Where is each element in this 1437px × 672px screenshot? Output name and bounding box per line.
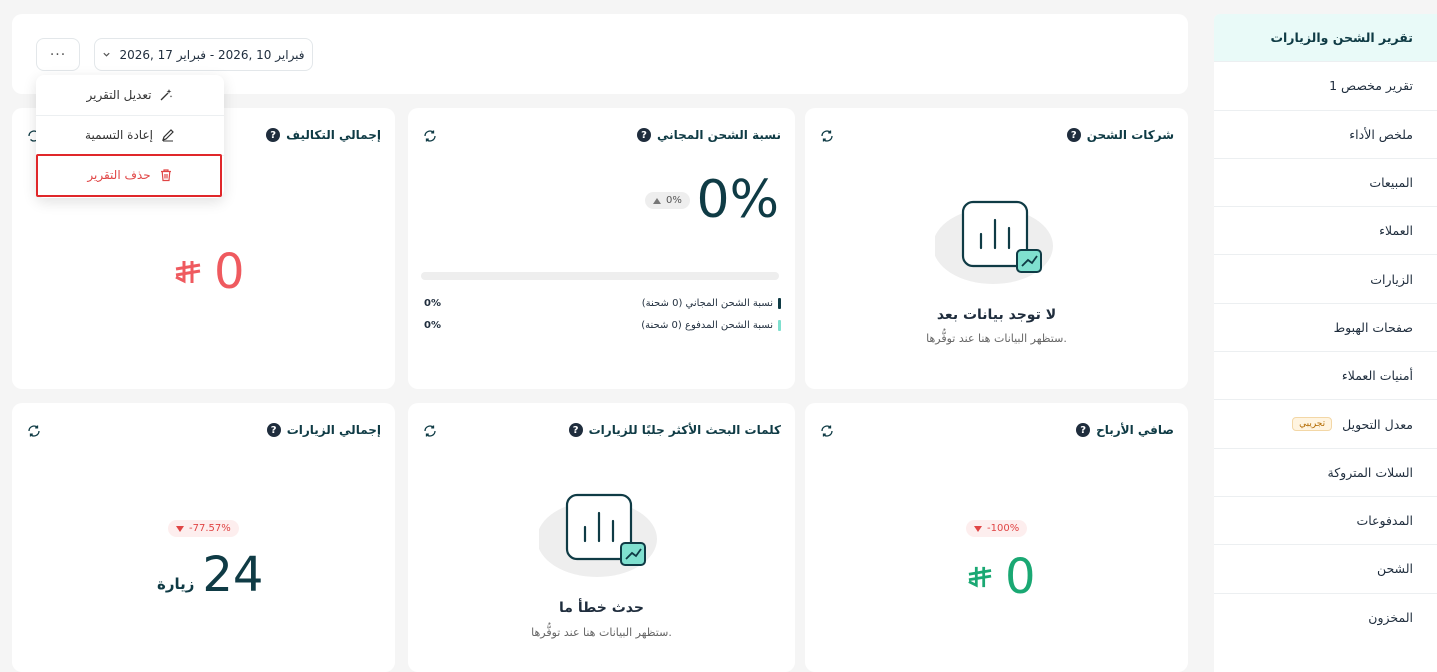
pencil-icon [162, 129, 174, 142]
sidebar-item-label: معدل التحويل [1342, 416, 1413, 432]
beta-badge: تجريبي [1292, 417, 1333, 432]
date-range-text: فبراير 10 ,2026 - فبراير 17 ,2026 [119, 47, 305, 62]
sidebar-item-label: ملخص الأداء [1349, 126, 1413, 142]
sidebar-item-8[interactable]: معدل التحويل تجريبي [1214, 400, 1437, 449]
sidebar-item-label: تقرير مخصص 1 [1329, 78, 1413, 94]
refresh-icon[interactable] [26, 423, 42, 439]
card-title-text: شركات الشحن [1086, 128, 1174, 142]
card-top-keywords: كلمات البحث الأكثر جلبًا للزيارات ? حدث … [408, 403, 795, 672]
help-icon[interactable]: ? [266, 423, 281, 437]
sidebar-item-label: أمنيات العملاء [1341, 368, 1413, 384]
sidebar-item-6[interactable]: صفحات الهبوط [1214, 304, 1437, 353]
sidebar-item-12[interactable]: المخزون [1214, 594, 1437, 642]
help-icon[interactable]: ? [637, 128, 651, 142]
empty-chart-icon [539, 493, 657, 577]
legend-value: 0% [424, 319, 441, 331]
legend-swatch [778, 297, 781, 309]
empty-state-title: لا توجد بيانات بعد [936, 307, 1057, 323]
card-title-text: كلمات البحث الأكثر جلبًا للزيارات [588, 423, 781, 437]
empty-chart-icon [935, 200, 1053, 284]
sidebar-item-label: الشحن [1376, 561, 1413, 577]
card-title-text: نسبة الشحن المجاني [657, 128, 781, 142]
sidebar-item-label: المخزون [1368, 610, 1413, 626]
sidebar-item-7[interactable]: أمنيات العملاء [1214, 352, 1437, 401]
sidebar-item-11[interactable]: الشحن [1214, 545, 1437, 594]
menu-item-rename[interactable]: إعادة التسمية [36, 115, 224, 155]
card-free-shipping: نسبة الشحن المجاني ? 0% 0% 0% نسبة الشحن… [408, 108, 795, 389]
riyal-currency-icon [968, 566, 992, 588]
help-icon[interactable]: ? [1066, 128, 1081, 142]
sidebar-item-label: تقرير الشحن والزيارات [1270, 30, 1413, 46]
empty-state-subtitle: ستظهر البيانات هنا عند توفُّرها. [531, 626, 672, 639]
sidebar-item-0[interactable]: تقرير الشحن والزيارات [1214, 14, 1437, 63]
more-dots-icon: ··· [49, 46, 67, 63]
sidebar-item-2[interactable]: ملخص الأداء [1214, 111, 1437, 159]
card-net-profit: صافي الأرباح ? -100% 0 [805, 403, 1188, 672]
sidebar-item-9[interactable]: السلات المتروكة [1214, 449, 1437, 497]
total-costs-value: 0 [214, 244, 245, 300]
refresh-icon[interactable] [819, 128, 835, 144]
sidebar-item-10[interactable]: المدفوعات [1214, 497, 1437, 546]
card-title-text: إجمالي الزيارات [286, 423, 381, 437]
more-options-button[interactable]: ··· [36, 38, 80, 71]
sidebar-item-label: المبيعات [1369, 175, 1413, 191]
delete-highlight-box [36, 154, 222, 197]
chevron-down-icon [102, 48, 111, 62]
refresh-icon[interactable] [422, 128, 438, 144]
legend-row: 0% نسبة الشحن المجاني (0 شحنة) [424, 296, 781, 310]
total-costs-amount: 0 [174, 248, 245, 296]
menu-item-edit-report[interactable]: تعديل التقرير [36, 75, 224, 115]
riyal-currency-icon [175, 261, 201, 284]
sidebar-item-5[interactable]: الزيارات [1214, 255, 1437, 304]
empty-state-subtitle: ستظهر البيانات هنا عند توفُّرها. [926, 332, 1067, 345]
help-icon[interactable]: ? [266, 128, 281, 142]
legend-row: 0% نسبة الشحن المدفوع (0 شحنة) [424, 318, 781, 332]
card-total-visits: إجمالي الزيارات ? -77.57% زيارة 24 [12, 403, 395, 672]
net-profit-value: 0 [1005, 549, 1036, 605]
sidebar-item-label: المدفوعات [1356, 513, 1413, 529]
total-visits-amount: زيارة 24 [157, 551, 263, 599]
change-badge: 0% [645, 192, 690, 209]
report-sidebar: تقرير الشحن والزيارات تقرير مخصص 1 ملخص ال… [1214, 14, 1437, 672]
legend-value: 0% [424, 297, 441, 309]
card-title-text: إجمالي التكاليف [286, 128, 381, 142]
help-icon[interactable]: ? [568, 423, 583, 437]
visits-unit: زيارة [157, 575, 195, 593]
free-shipping-value: 0% [696, 170, 780, 230]
sidebar-item-label: الزيارات [1370, 271, 1413, 287]
change-badge: -100% [966, 520, 1028, 537]
sidebar-item-3[interactable]: المبيعات [1214, 159, 1437, 208]
refresh-icon[interactable] [819, 423, 835, 439]
sidebar-item-label: العملاء [1379, 223, 1413, 239]
change-badge: -77.57% [168, 520, 239, 537]
net-profit-amount: 0 [967, 553, 1036, 601]
magic-wand-icon [161, 89, 173, 101]
sidebar-item-1[interactable]: تقرير مخصص 1 [1214, 62, 1437, 111]
legend-label: نسبة الشحن المدفوع (0 شحنة) [641, 319, 773, 331]
triangle-down-icon [176, 525, 184, 532]
help-icon[interactable]: ? [1076, 423, 1091, 437]
total-visits-value: 24 [202, 547, 264, 603]
legend-label: نسبة الشحن المجاني (0 شحنة) [641, 297, 773, 309]
triangle-down-icon [974, 525, 982, 532]
empty-state-title: حدث خطأ ما [559, 600, 644, 616]
legend-swatch [778, 319, 781, 331]
card-shipping-companies: شركات الشحن ? لا توجد بيانات بعد ستظهر ا… [805, 108, 1188, 389]
sidebar-item-4[interactable]: العملاء [1214, 207, 1437, 256]
date-range-picker[interactable]: فبراير 10 ,2026 - فبراير 17 ,2026 [94, 38, 313, 71]
refresh-icon[interactable] [422, 423, 438, 439]
sidebar-item-label: صفحات الهبوط [1333, 319, 1413, 335]
triangle-up-icon [653, 197, 661, 204]
sidebar-item-label: السلات المتروكة [1327, 464, 1414, 480]
shipping-progress-bar [421, 272, 779, 280]
card-title-text: صافي الأرباح [1096, 423, 1174, 437]
